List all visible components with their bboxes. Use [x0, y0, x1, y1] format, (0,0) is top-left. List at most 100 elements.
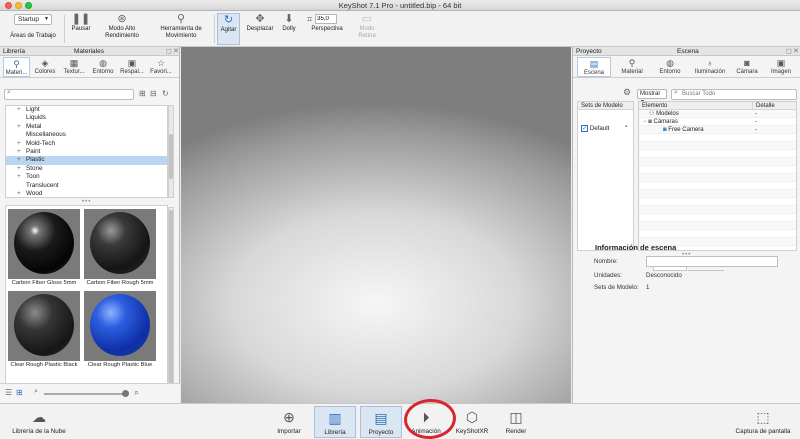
grid-view-icon[interactable]: ⊞ — [16, 388, 23, 397]
thumb-size-slider[interactable] — [44, 393, 128, 395]
tree-item[interactable]: + Stone — [6, 165, 167, 173]
tree-item[interactable]: + Plastic — [6, 156, 167, 165]
close-icon[interactable]: ✕ — [173, 47, 179, 56]
model-set-default[interactable]: ✓ Default — [581, 124, 609, 133]
tab-environments[interactable]: ◍ Entorno — [89, 57, 117, 77]
tab-environment[interactable]: ◍ Entorno — [653, 57, 687, 77]
scene-item-cameras[interactable]: − ◙ Cámaras — [643, 118, 678, 126]
tab-material[interactable]: ⚲ Material — [615, 57, 649, 77]
minimize-window-button[interactable] — [15, 2, 22, 9]
close-window-button[interactable] — [5, 2, 12, 9]
gear-icon[interactable]: ⚙ — [623, 87, 631, 98]
zoom-large-icon: ⌕ — [134, 387, 140, 397]
scene-item-free-camera[interactable]: ◙ Free Camera — [663, 126, 704, 134]
tree-item[interactable]: Translucent — [6, 182, 167, 190]
materials-header-label: Materiales — [74, 48, 104, 55]
material-thumb-label: Clear Rough Plastic Blue — [87, 362, 153, 368]
scene-item-models[interactable]: ⚇ Modelos — [649, 110, 679, 118]
render-button[interactable]: ◫ Render — [498, 406, 534, 438]
tree-item[interactable]: + Paint — [6, 148, 167, 156]
collapse-icon[interactable]: − — [643, 119, 647, 125]
expand-icon[interactable]: + — [17, 173, 21, 181]
keyshotxr-button[interactable]: ⬡ KeyShotXR — [452, 406, 492, 438]
import-button[interactable]: ⊕ Importar — [272, 406, 306, 438]
tumble-button[interactable]: ↻ Agitar — [217, 13, 240, 45]
project-list-icon: ▤ — [374, 410, 388, 426]
close-icon[interactable]: ✕ — [793, 47, 799, 56]
tree-item[interactable]: + Light — [6, 106, 167, 114]
thumb-size-slider-handle[interactable] — [122, 390, 129, 397]
high-performance-button[interactable]: ⊛ Modo Alto Rendimiento — [98, 13, 146, 45]
expand-icon[interactable]: + — [17, 156, 21, 164]
units-value: Desconocido — [646, 272, 682, 279]
material-thumb[interactable]: Clear Rough Plastic Blue — [84, 291, 156, 371]
material-thumb[interactable]: Clear Rough Plastic Black — [8, 291, 80, 371]
screenshot-button[interactable]: ⬚ Captura de pantalla — [728, 406, 798, 438]
units-label: Unidades: — [594, 272, 622, 279]
scene-name-input[interactable] — [646, 256, 778, 267]
tab-lighting[interactable]: ♁ Iluminación — [691, 57, 729, 77]
list-view-icon[interactable]: ☰ — [5, 388, 12, 397]
tree-scrollbar[interactable] — [168, 105, 174, 198]
tab-backplates[interactable]: ▣ Respal... — [118, 57, 146, 77]
render-viewport[interactable] — [181, 47, 571, 403]
library-button[interactable]: ▥ Librería — [314, 406, 356, 438]
tab-colors[interactable]: ◈ Colores — [31, 57, 59, 77]
bottom-toolbar: ☁ Librería de la Nube ⊕ Importar ▥ Libre… — [0, 403, 800, 439]
tree-item[interactable]: Miscellaneous — [6, 131, 167, 139]
chevron-down-icon: ▼ — [44, 16, 49, 22]
material-thumb[interactable]: Carbon Fiber Rough 5mm — [84, 209, 156, 289]
library-search-input[interactable]: ⌕ — [4, 89, 134, 100]
tab-materials[interactable]: ⚲ Materi... — [3, 57, 30, 77]
expand-icon[interactable]: + — [17, 123, 21, 131]
tab-textures[interactable]: ▦ Textur... — [60, 57, 88, 77]
tab-favorites[interactable]: ☆ Favori... — [147, 57, 175, 77]
scene-tree-row — [639, 214, 796, 222]
expand-icon[interactable]: + — [17, 165, 21, 173]
camera-fov-icon: ⌗ — [307, 14, 313, 24]
export-folder-icon[interactable]: ⊟ — [150, 89, 157, 98]
expand-icon[interactable]: + — [17, 190, 21, 197]
maximize-window-button[interactable] — [25, 2, 32, 9]
name-label: Nombre: — [594, 258, 618, 265]
tab-image[interactable]: ▣ Imagen — [765, 57, 797, 77]
divider — [214, 15, 215, 43]
refresh-icon[interactable]: ↻ — [162, 89, 169, 98]
expand-icon[interactable]: + — [17, 140, 21, 148]
expand-icon[interactable]: + — [17, 106, 21, 114]
tree-item[interactable]: + Wood — [6, 190, 167, 197]
material-thumb[interactable]: Carbon Fiber Gloss 5mm — [8, 209, 80, 289]
workspace-select[interactable]: Startup ▼ — [14, 14, 52, 25]
import-folder-icon[interactable]: ⊞ — [139, 89, 146, 98]
pause-button[interactable]: ❚❚ Pausar — [66, 13, 96, 45]
tab-scene[interactable]: ▤ Escena — [577, 57, 611, 77]
scene-tree-row — [639, 198, 796, 206]
scene-tree-row — [639, 158, 796, 166]
rotate-icon: ↻ — [223, 14, 234, 26]
pan-button[interactable]: ✥ Desplazar — [244, 13, 276, 45]
retina-mode-button[interactable]: ▭ Modo Retina — [352, 13, 382, 45]
checkbox-checked[interactable]: ✓ — [581, 124, 588, 132]
project-button[interactable]: ▤ Proyecto — [360, 406, 402, 438]
star-icon: ☆ — [156, 58, 166, 68]
cloud-library-button[interactable]: ☁ Librería de la Nube — [6, 406, 72, 438]
project-tabs: ▤ Escena ⚲ Material ◍ Entorno ♁ Iluminación … — [573, 56, 800, 78]
tab-camera[interactable]: ◙ Cámara — [731, 57, 763, 77]
tree-item[interactable]: + Toon — [6, 173, 167, 181]
monitor-icon: ▭ — [361, 13, 373, 25]
expand-icon[interactable]: + — [17, 148, 21, 156]
scene-search-input[interactable]: ⌕ Buscar Todo — [671, 89, 797, 100]
fov-input[interactable] — [315, 14, 338, 25]
lock-icon[interactable]: ▪ — [625, 124, 627, 130]
tree-item[interactable]: + Metal — [6, 123, 167, 131]
tree-item[interactable]: + Mold-Tech — [6, 140, 167, 148]
cameras-detail: - — [755, 119, 757, 125]
pin-icon[interactable]: ◻ — [166, 47, 172, 56]
pin-icon[interactable]: ◻ — [786, 47, 792, 56]
model-sets-label: Sets de Modelo: — [594, 284, 639, 291]
move-tool-button[interactable]: ⚲ Herramienta de Movimiento — [150, 13, 212, 45]
dolly-button[interactable]: ⬇ Dolly — [278, 13, 300, 45]
arrow-down-icon: ⬇ — [284, 13, 294, 25]
show-dropdown[interactable]: Mostrar ▼ — [637, 89, 667, 105]
tree-item[interactable]: Liquids — [6, 114, 167, 122]
